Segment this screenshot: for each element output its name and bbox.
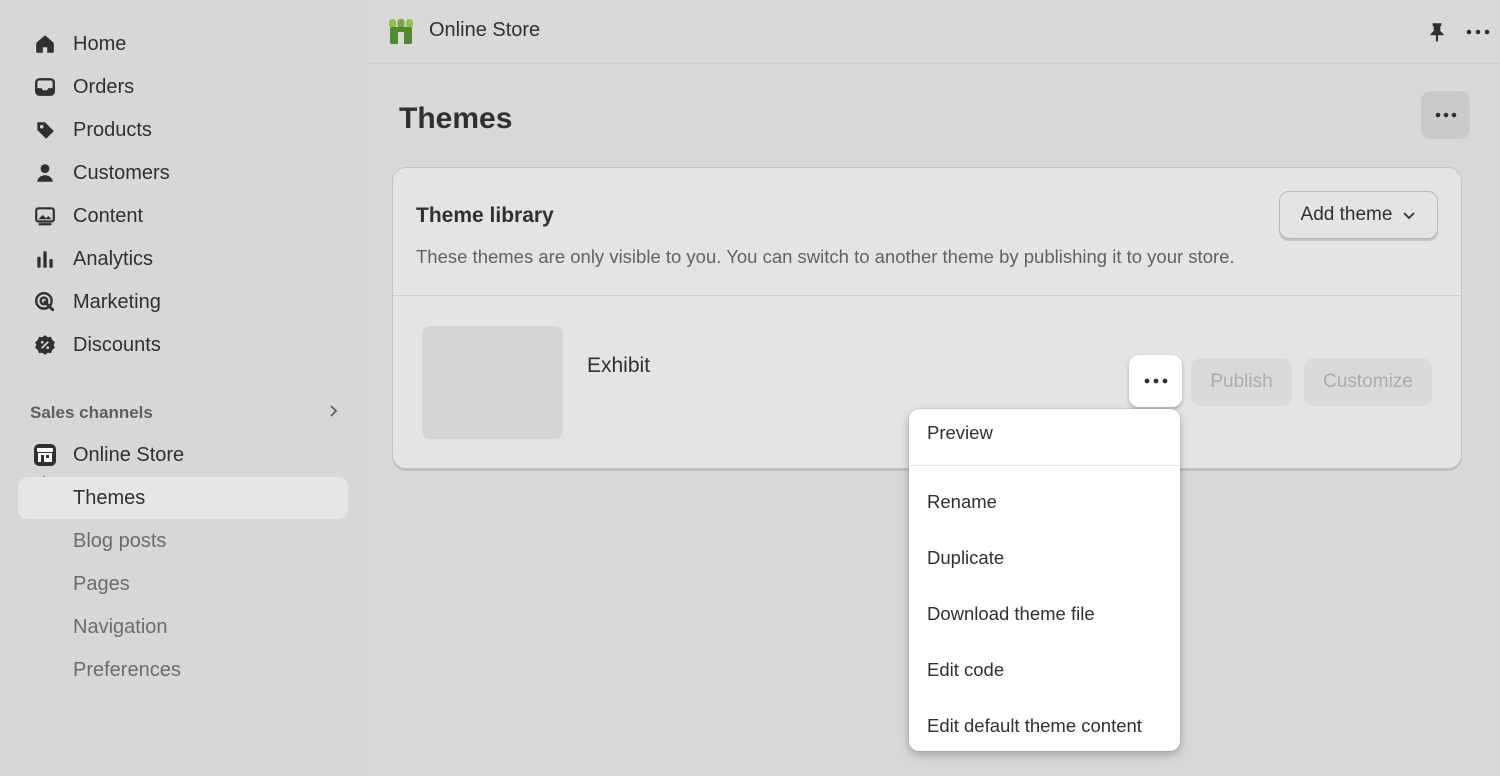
- sidebar-item-label: Analytics: [73, 247, 154, 270]
- menu-item-duplicate[interactable]: Duplicate: [927, 547, 1004, 569]
- menu-item-edit-code[interactable]: Edit code: [927, 659, 1004, 681]
- sidebar-item-home[interactable]: Home: [18, 23, 348, 65]
- sidebar-item-content[interactable]: Content: [18, 195, 348, 237]
- more-horizontal-icon: [1434, 106, 1458, 124]
- sidebar-item-label: Pages: [73, 572, 130, 595]
- theme-thumbnail: [422, 326, 563, 439]
- sidebar-item-label: Home: [73, 32, 127, 55]
- add-theme-label: Add theme: [1300, 204, 1393, 225]
- sidebar-item-label: Content: [73, 204, 144, 227]
- sidebar-item-discounts[interactable]: Discounts: [18, 324, 348, 366]
- menu-item-rename[interactable]: Rename: [927, 491, 997, 513]
- sidebar-item-label: Discounts: [73, 333, 161, 356]
- publish-button[interactable]: Publish: [1191, 358, 1292, 406]
- menu-divider: [909, 465, 1180, 466]
- sidebar-item-label: Customers: [73, 161, 170, 184]
- storefront-icon: [32, 442, 58, 468]
- sidebar-item-label: Products: [73, 118, 152, 141]
- card-divider: [393, 295, 1461, 296]
- sidebar: Home Orders Products Customers Content A…: [0, 0, 368, 776]
- chevron-down-icon: [1402, 208, 1416, 222]
- more-horizontal-icon[interactable]: [1465, 21, 1493, 43]
- image-icon: [32, 203, 58, 229]
- online-store-logo-icon: [388, 17, 414, 45]
- sidebar-item-marketing[interactable]: Marketing: [18, 281, 348, 323]
- sidebar-item-navigation[interactable]: Navigation: [18, 606, 348, 648]
- home-icon: [32, 31, 58, 57]
- sidebar-item-preferences[interactable]: Preferences: [18, 649, 348, 691]
- target-icon: [32, 289, 58, 315]
- sidebar-item-online-store[interactable]: Online Store: [18, 434, 348, 476]
- theme-library-title: Theme library: [416, 204, 554, 227]
- sidebar-item-orders[interactable]: Orders: [18, 66, 348, 108]
- topbar: Online Store: [368, 0, 1500, 64]
- sidebar-item-blog-posts[interactable]: Blog posts: [18, 520, 348, 562]
- sidebar-item-pages[interactable]: Pages: [18, 563, 348, 605]
- sidebar-item-label: Marketing: [73, 290, 161, 313]
- sidebar-item-customers[interactable]: Customers: [18, 152, 348, 194]
- menu-item-edit-default-theme-content[interactable]: Edit default theme content: [927, 715, 1142, 737]
- theme-actions-button[interactable]: [1129, 355, 1182, 407]
- theme-name: Exhibit: [587, 354, 651, 377]
- more-horizontal-icon: [1143, 372, 1169, 390]
- menu-item-download-theme-file[interactable]: Download theme file: [927, 603, 1095, 625]
- sales-channels-title: Sales channels: [30, 403, 153, 422]
- menu-item-preview[interactable]: Preview: [927, 422, 993, 444]
- sidebar-item-label: Online Store: [73, 443, 185, 466]
- add-theme-button[interactable]: Add theme: [1279, 191, 1438, 239]
- discount-icon: [32, 332, 58, 358]
- person-icon: [32, 160, 58, 186]
- sales-channels-header[interactable]: Sales channels: [30, 400, 340, 426]
- theme-library-description: These themes are only visible to you. Yo…: [416, 246, 1235, 267]
- sidebar-item-label: Navigation: [73, 615, 168, 638]
- topbar-title: Online Store: [429, 19, 541, 41]
- page-title: Themes: [399, 102, 513, 135]
- theme-actions-menu: Preview Rename Duplicate Download theme …: [909, 409, 1180, 751]
- sidebar-item-themes[interactable]: Themes: [18, 477, 348, 519]
- customize-button[interactable]: Customize: [1304, 358, 1432, 406]
- sidebar-item-label: Orders: [73, 75, 135, 98]
- bar-chart-icon: [32, 246, 58, 272]
- inbox-icon: [32, 74, 58, 100]
- pin-icon[interactable]: [1426, 21, 1448, 43]
- sidebar-item-products[interactable]: Products: [18, 109, 348, 151]
- tag-icon: [32, 117, 58, 143]
- chevron-right-icon: [326, 403, 340, 423]
- sidebar-item-label: Preferences: [73, 658, 181, 681]
- sidebar-item-label: Themes: [73, 486, 146, 509]
- sidebar-item-label: Blog posts: [73, 529, 167, 552]
- page-more-actions-button[interactable]: [1421, 91, 1470, 139]
- sidebar-item-analytics[interactable]: Analytics: [18, 238, 348, 280]
